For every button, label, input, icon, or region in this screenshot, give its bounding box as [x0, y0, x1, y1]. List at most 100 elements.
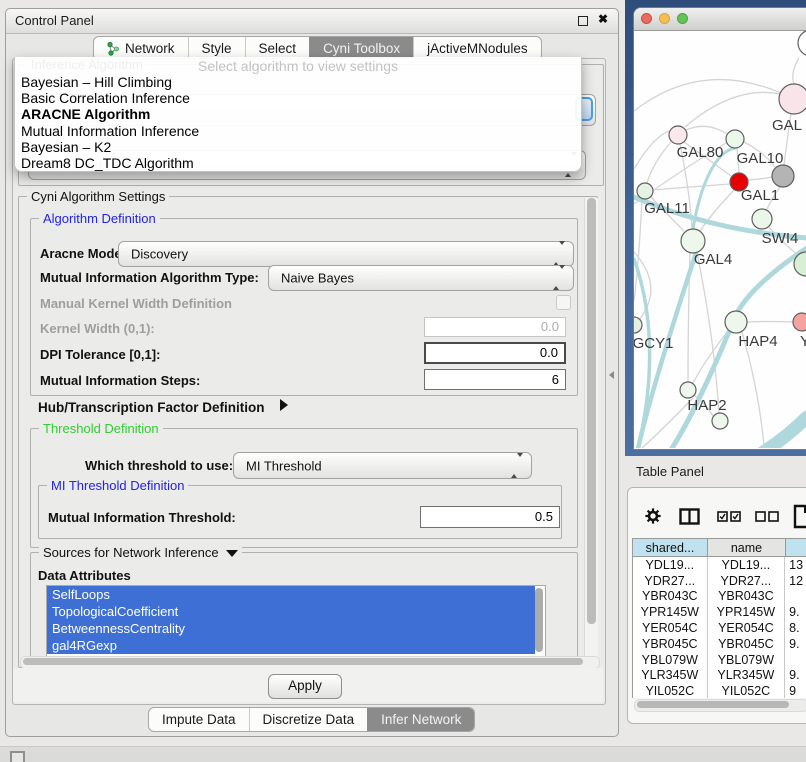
minimized-panel-icon[interactable] [10, 751, 25, 762]
expand-right-icon[interactable] [280, 399, 288, 411]
table-row[interactable]: YBR045CYBR045C9. [633, 636, 806, 652]
dropdown-item[interactable]: Mutual Information Inference [15, 123, 581, 139]
dropdown-item[interactable]: Bayesian – K2 [15, 139, 581, 155]
network-node[interactable] [712, 413, 728, 429]
collapse-down-icon[interactable] [226, 550, 238, 557]
which-threshold-combo[interactable]: MI Threshold [233, 452, 532, 479]
network-edge[interactable] [748, 177, 772, 180]
settings-vertical-scrollbar-thumb[interactable] [587, 198, 596, 624]
network-node[interactable] [634, 317, 642, 333]
table-cell: 9. [785, 636, 806, 652]
network-edge[interactable] [634, 80, 781, 111]
data-attributes-list[interactable]: SelfLoopsTopologicalCoefficientBetweenne… [46, 585, 546, 657]
table-cell: YPR145W [633, 604, 708, 620]
attributes-scrollbar-thumb[interactable] [535, 588, 543, 652]
network-node-label: HAP2 [687, 397, 726, 414]
aracne-mode-combo[interactable]: Discovery [118, 241, 574, 267]
network-edge[interactable] [697, 253, 719, 413]
attribute-list-item[interactable]: TopologicalCoefficient [47, 603, 535, 620]
float-window-icon[interactable] [578, 16, 588, 26]
status-strip [0, 746, 806, 762]
select-all-columns-icon[interactable] [717, 511, 742, 522]
gear-icon[interactable] [645, 508, 661, 524]
aracne-mode-label: Aracne Mode: [40, 246, 126, 261]
dropdown-item[interactable]: Basic Correlation Inference [15, 90, 581, 106]
table-horizontal-scrollbar-thumb[interactable] [637, 701, 789, 708]
network-node-label: SWI4 [762, 230, 799, 247]
table-cell: YDR27... [633, 573, 708, 589]
mi-algorithm-type-combo[interactable]: Naive Bayes [268, 265, 574, 291]
attribute-list-item[interactable]: gal4RGexp [47, 637, 535, 654]
minimize-traffic-light[interactable] [659, 13, 670, 24]
network-node[interactable] [680, 382, 696, 398]
network-edge[interactable] [653, 184, 730, 190]
network-node[interactable] [798, 30, 806, 56]
network-edge[interactable] [685, 92, 780, 127]
attribute-list-item[interactable]: BetweennessCentrality [47, 620, 535, 637]
table-cell: YBL079W [633, 652, 708, 668]
zoom-traffic-light[interactable] [677, 13, 688, 24]
table-row[interactable]: YER054CYER054C8. [633, 620, 806, 636]
mi-steps-field[interactable]: 6 [424, 369, 566, 390]
network-node[interactable] [779, 84, 806, 114]
table-row[interactable]: YBR043CYBR043C [633, 589, 806, 605]
settings-horizontal-scrollbar-thumb[interactable] [23, 658, 583, 665]
network-window-titlebar[interactable] [634, 8, 806, 31]
dpi-tolerance-field[interactable]: 0.0 [424, 342, 566, 364]
sources-group-title[interactable]: Sources for Network Inference [39, 545, 242, 560]
network-node[interactable] [772, 165, 794, 187]
table-cell: YDL19... [708, 557, 786, 573]
dropdown-item[interactable]: Dream8 DC_TDC Algorithm [15, 155, 581, 171]
file-icon[interactable] [793, 504, 806, 529]
network-node[interactable] [681, 229, 705, 253]
table-header-name[interactable]: name [708, 538, 786, 557]
table-row[interactable]: YLR345WYLR345W9. [633, 668, 806, 684]
column-browser-icon[interactable] [679, 508, 700, 525]
hub-section-label[interactable]: Hub/Transcription Factor Definition [38, 400, 265, 415]
network-node[interactable] [752, 209, 772, 229]
table-cell: YBR043C [708, 589, 786, 605]
network-node[interactable] [793, 313, 806, 331]
table-horizontal-scrollbar[interactable] [634, 699, 806, 712]
manual-kernel-checkbox[interactable] [556, 295, 571, 310]
network-canvas[interactable]: GALGAL80GAL10GAL1GAL11SWI4GAL4GCY1HAP4YH… [634, 30, 806, 448]
network-edge[interactable] [686, 126, 727, 134]
dropdown-item[interactable]: Bayesian – Hill Climbing [15, 74, 581, 90]
chevron-updown-icon [553, 245, 565, 263]
dropdown-item[interactable]: ARACNE Algorithm [15, 106, 581, 122]
table-cell: 9. [785, 604, 806, 620]
kernel-width-field[interactable]: 0.0 [424, 317, 566, 337]
network-edge[interactable] [747, 322, 793, 323]
table-row[interactable]: YDR27...YDR27...12 [633, 573, 806, 589]
network-node[interactable] [637, 183, 653, 199]
table-cell: YBR045C [708, 636, 786, 652]
mi-threshold-field[interactable]: 0.5 [420, 506, 560, 528]
table-cell: 9. [785, 668, 806, 684]
table-cell: YIL052C [633, 683, 708, 698]
tab-discretize-data[interactable]: Discretize Data [249, 708, 368, 731]
table-row[interactable]: YDL19...YDL19...13 [633, 557, 806, 573]
close-icon[interactable]: ✖ [598, 12, 608, 26]
settings-vertical-scrollbar[interactable] [584, 198, 598, 658]
close-traffic-light[interactable] [641, 13, 652, 24]
network-view-window[interactable]: GALGAL80GAL10GAL1GAL11SWI4GAL4GCY1HAP4YH… [633, 7, 806, 450]
table-row[interactable]: YIL052CYIL052C9 [633, 683, 806, 698]
deselect-all-columns-icon[interactable] [755, 511, 780, 522]
table-header-shared-name[interactable]: shared... [632, 538, 708, 557]
table-header-col3[interactable] [786, 538, 806, 557]
network-edge[interactable] [647, 142, 671, 183]
table-cell: YER054C [708, 620, 786, 636]
network-edge[interactable] [793, 58, 799, 84]
tab-infer-network[interactable]: Infer Network [367, 708, 474, 731]
attribute-list-item[interactable]: SelfLoops [47, 586, 535, 603]
network-node[interactable] [725, 311, 747, 333]
table-row[interactable]: YPR145WYPR145W9. [633, 604, 806, 620]
network-node[interactable] [669, 126, 687, 144]
table-row[interactable]: YBL079WYBL079W [633, 652, 806, 668]
splitter-arrow-icon[interactable] [609, 371, 614, 379]
network-node[interactable] [726, 130, 744, 148]
tab-impute-data[interactable]: Impute Data [149, 708, 249, 731]
sources-group-title-text: Sources for Network Inference [43, 545, 219, 560]
control-panel-titlebar[interactable]: Control Panel ✖ [6, 9, 618, 34]
apply-button[interactable]: Apply [268, 674, 342, 699]
